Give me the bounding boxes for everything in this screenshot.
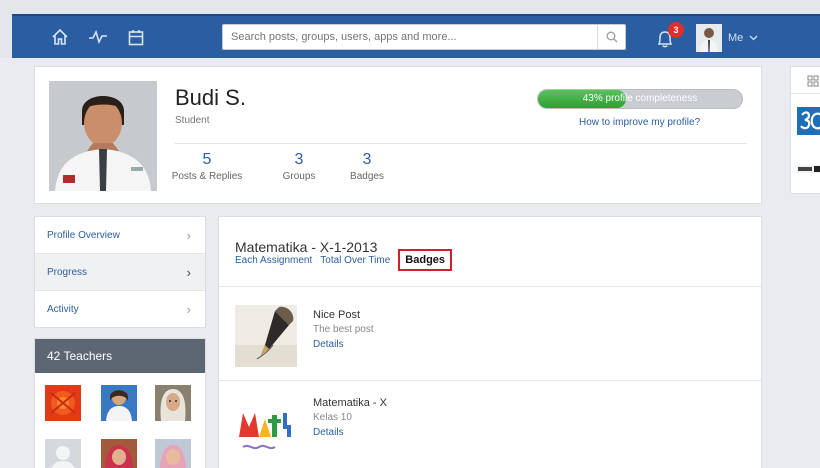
profile-completeness-bar: 43% profile completeness bbox=[537, 89, 743, 109]
badge-image-pen bbox=[235, 305, 297, 367]
stat-badges-value: 3 bbox=[362, 151, 372, 168]
report-tabs: Each Assignment Total Over Time Badges bbox=[235, 249, 460, 271]
home-icon[interactable] bbox=[48, 25, 72, 49]
badge-details-link[interactable]: Details bbox=[313, 427, 344, 438]
badge-details-link[interactable]: Details bbox=[313, 339, 344, 350]
teacher-avatar[interactable] bbox=[45, 385, 81, 421]
teacher-avatar[interactable] bbox=[155, 385, 191, 421]
stat-badges-label: Badges bbox=[350, 171, 384, 182]
grid-apps-icon[interactable] bbox=[807, 75, 819, 87]
search-input[interactable] bbox=[223, 25, 593, 49]
chevron-down-icon bbox=[749, 35, 758, 41]
stat-groups[interactable]: 3 Groups bbox=[271, 151, 327, 182]
menu-item-profile-overview[interactable]: Profile Overview › bbox=[35, 217, 205, 254]
tab-badges[interactable]: Badges bbox=[398, 249, 453, 271]
stat-posts-label: Posts & Replies bbox=[171, 171, 243, 182]
chevron-right-icon: › bbox=[186, 264, 191, 280]
teachers-heading: 42 Teachers bbox=[35, 339, 205, 373]
divider bbox=[791, 93, 820, 94]
badge-image-math bbox=[235, 397, 297, 459]
notifications-button[interactable]: 3 bbox=[654, 22, 684, 52]
badge-item: Nice Post The best post Details bbox=[219, 286, 761, 380]
menu-item-label: Progress bbox=[47, 266, 88, 278]
profile-completeness-text: 43% profile completeness bbox=[582, 93, 698, 104]
tab-each-assignment[interactable]: Each Assignment bbox=[235, 255, 312, 266]
menu-item-label: Activity bbox=[47, 304, 79, 315]
badge-item: Matematika - X Kelas 10 Details bbox=[219, 380, 761, 468]
profile-card: Budi S. Student 5 Posts & Replies 3 Grou… bbox=[34, 66, 762, 204]
menu-item-label: Profile Overview bbox=[47, 229, 120, 241]
app-logo-icon[interactable] bbox=[797, 107, 820, 135]
account-menu[interactable]: Me bbox=[696, 23, 758, 53]
menu-item-progress[interactable]: Progress › bbox=[35, 254, 205, 291]
stat-groups-value: 3 bbox=[294, 151, 304, 168]
teachers-card: 42 Teachers bbox=[34, 338, 206, 468]
stat-posts-value: 5 bbox=[202, 151, 212, 168]
badge-title: Nice Post bbox=[313, 309, 361, 321]
me-label: Me bbox=[728, 32, 744, 44]
profile-name: Budi S. bbox=[175, 85, 246, 110]
search-button[interactable] bbox=[597, 25, 625, 49]
top-bar: 3 Me bbox=[0, 0, 820, 58]
badge-description: Kelas 10 bbox=[313, 412, 352, 423]
profile-nav-menu: Profile Overview › Progress › Activity › bbox=[34, 216, 206, 328]
menu-item-activity[interactable]: Activity › bbox=[35, 291, 205, 328]
improve-profile-link[interactable]: How to improve my profile? bbox=[579, 117, 700, 128]
search-icon bbox=[606, 31, 617, 43]
navigation-bar: 3 Me bbox=[12, 14, 820, 58]
chevron-right-icon: › bbox=[186, 302, 191, 317]
profile-photo bbox=[49, 81, 157, 191]
tab-total-over-time[interactable]: Total Over Time bbox=[320, 255, 390, 266]
profile-role: Student bbox=[175, 115, 210, 126]
stat-groups-label: Groups bbox=[282, 171, 316, 182]
badge-title: Matematika - X bbox=[313, 397, 387, 409]
side-widget-card bbox=[790, 66, 820, 194]
stat-posts[interactable]: 5 Posts & Replies bbox=[171, 151, 243, 182]
badges-card: Matematika - X-1-2013 Each Assignment To… bbox=[218, 216, 762, 468]
stat-badges[interactable]: 3 Badges bbox=[339, 151, 395, 182]
chevron-right-icon: › bbox=[186, 227, 191, 243]
calendar-icon[interactable] bbox=[124, 25, 148, 49]
notification-count-badge: 3 bbox=[668, 22, 684, 38]
teacher-avatar[interactable] bbox=[101, 439, 137, 468]
teacher-avatar[interactable] bbox=[45, 439, 81, 468]
search-box bbox=[222, 24, 626, 50]
user-avatar bbox=[696, 24, 722, 52]
badge-description: The best post bbox=[313, 324, 374, 335]
teacher-avatar[interactable] bbox=[101, 385, 137, 421]
partner-logo-icon bbox=[797, 165, 820, 173]
teacher-avatar[interactable] bbox=[155, 439, 191, 468]
divider bbox=[175, 143, 747, 144]
activity-pulse-icon[interactable] bbox=[86, 25, 110, 49]
